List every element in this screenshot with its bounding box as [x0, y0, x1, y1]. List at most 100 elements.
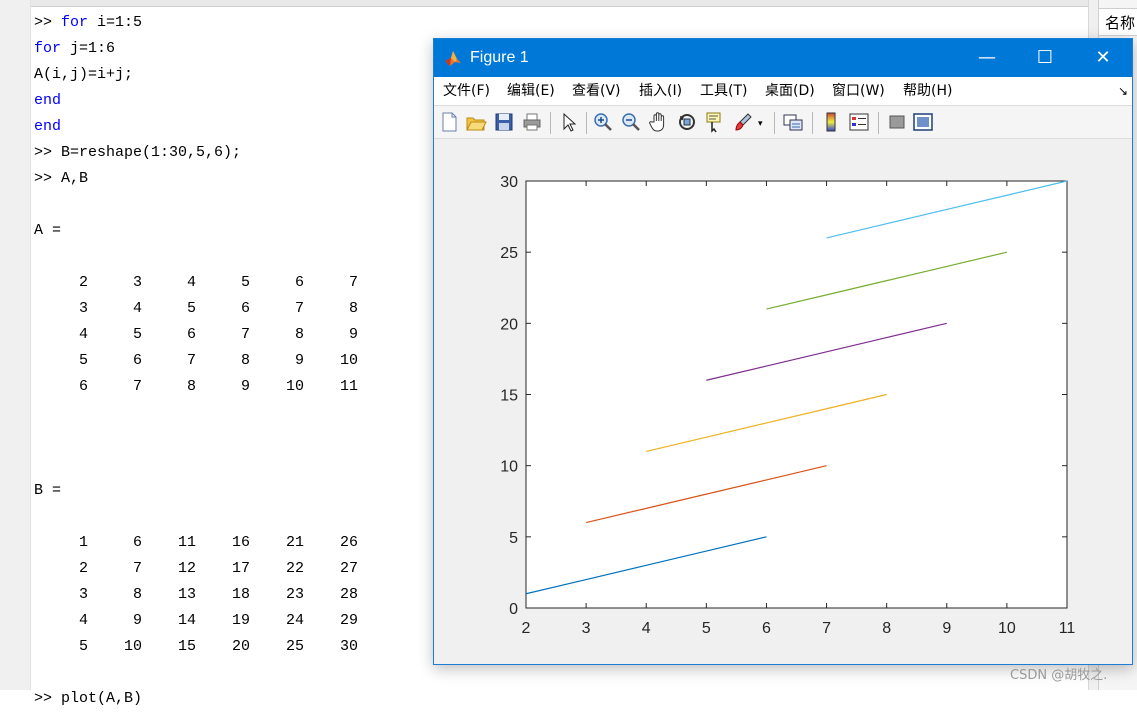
figure-toolbar: ▾	[434, 105, 1132, 139]
keyword: for	[61, 14, 89, 31]
close-button[interactable]: ✕	[1074, 39, 1132, 77]
pointer-icon[interactable]	[558, 111, 580, 133]
matrix-cell: 7	[132, 560, 142, 577]
matrix-row: 2 7 12 17 22 27	[34, 556, 358, 582]
keyword: for	[34, 40, 62, 57]
menu-insert[interactable]: 插入(I)	[639, 77, 682, 105]
x-tick-label: 4	[642, 620, 651, 637]
x-tick-label: 5	[702, 620, 711, 637]
x-tick-label: 2	[522, 620, 531, 637]
menu-tools[interactable]: 工具(T)	[700, 77, 747, 105]
legend-icon[interactable]	[848, 111, 870, 133]
y-tick-label: 15	[500, 388, 518, 405]
matrix-cell: 14	[177, 612, 196, 629]
menu-edit[interactable]: 编辑(E)	[507, 77, 555, 105]
menu-help[interactable]: 帮助(H)	[903, 77, 952, 105]
matrix-cell: 9	[132, 612, 142, 629]
matrix-cell: 24	[285, 612, 304, 629]
matrix-cell: 28	[339, 586, 358, 603]
command-line: end	[34, 114, 358, 140]
menu-file[interactable]: 文件(F)	[443, 77, 490, 105]
matrix-cell: 17	[231, 560, 250, 577]
data-cursor-icon[interactable]	[704, 111, 726, 133]
dock-arrow-icon[interactable]: ↘	[1118, 77, 1128, 105]
matrix-cell: 1	[78, 534, 88, 551]
prompt: >>	[34, 170, 62, 187]
zoom-in-icon[interactable]	[592, 111, 614, 133]
zoom-out-icon[interactable]	[620, 111, 642, 133]
matrix-cell: 15	[177, 638, 196, 655]
matrix-cell: 7	[240, 326, 250, 343]
toolbar-separator	[586, 112, 587, 134]
minimize-button[interactable]: —	[958, 39, 1016, 77]
matrix-cell: 23	[285, 586, 304, 603]
menu-window[interactable]: 窗口(W)	[832, 77, 885, 105]
toolbar-separator	[812, 112, 813, 134]
matrix-cell: 10	[123, 638, 142, 655]
matrix-label: B =	[34, 482, 62, 499]
matrix-cell: 4	[132, 300, 142, 317]
brush-icon[interactable]	[732, 111, 754, 133]
matrix-cell: 9	[348, 326, 358, 343]
matrix-cell: 6	[240, 300, 250, 317]
new-figure-icon[interactable]	[438, 111, 460, 133]
keyword: end	[34, 118, 62, 135]
matlab-logo-icon	[445, 51, 461, 66]
matrix-cell: 7	[348, 274, 358, 291]
menu-view[interactable]: 查看(V)	[572, 77, 621, 105]
maximize-button[interactable]: ☐	[1016, 39, 1074, 77]
line-chart[interactable]: 2 3 4 5 6 7 8 9 10 11 0 5 10 15 20 25 30	[434, 139, 1132, 664]
matrix-cell: 9	[240, 378, 250, 395]
y-tick-label: 5	[509, 530, 518, 547]
x-tick-label: 7	[822, 620, 831, 637]
matrix-row: 6 7 8 9 10 11	[34, 374, 358, 400]
matrix-row: 3 4 5 6 7 8	[34, 296, 358, 322]
matrix-cell: 30	[339, 638, 358, 655]
y-tick-label: 30	[500, 174, 518, 191]
matrix-cell: 6	[78, 378, 88, 395]
print-icon[interactable]	[521, 111, 543, 133]
plot-area[interactable]: 2 3 4 5 6 7 8 9 10 11 0 5 10 15 20 25 30	[434, 139, 1132, 664]
menu-desktop[interactable]: 桌面(D)	[765, 77, 815, 105]
rotate-3d-icon[interactable]	[676, 111, 698, 133]
pan-hand-icon[interactable]	[648, 111, 670, 133]
open-file-icon[interactable]	[465, 111, 487, 133]
matrix-row: 3 8 13 18 23 28	[34, 582, 358, 608]
figure-titlebar[interactable]: Figure 1 — ☐ ✕	[434, 39, 1132, 77]
watermark-text: CSDN @胡牧之.	[1010, 668, 1108, 683]
matrix-cell: 8	[348, 300, 358, 317]
matrix-cell: 20	[231, 638, 250, 655]
matrix-label: A =	[34, 222, 62, 239]
command-window-gutter	[0, 0, 31, 690]
x-tick-label: 6	[762, 620, 771, 637]
y-tick-label: 20	[500, 316, 518, 333]
axes-box	[525, 180, 1068, 609]
workspace-name-column-header[interactable]: 名称	[1099, 8, 1137, 36]
matrix-cell: 3	[78, 300, 88, 317]
show-plot-tools-icon[interactable]	[912, 111, 934, 133]
matrix-cell: 11	[339, 378, 358, 395]
command-line: >> A,B	[34, 166, 358, 192]
matrix-cell: 12	[177, 560, 196, 577]
matrix-cell: 22	[285, 560, 304, 577]
matrix-row: 5 10 15 20 25 30	[34, 634, 358, 660]
save-icon[interactable]	[493, 111, 515, 133]
matrix-cell: 6	[132, 352, 142, 369]
matrix-cell: 11	[177, 534, 196, 551]
matrix-cell: 26	[339, 534, 358, 551]
y-tick-label: 25	[500, 245, 518, 262]
matrix-row: 5 6 7 8 9 10	[34, 348, 358, 374]
hide-plot-tools-icon[interactable]	[886, 111, 908, 133]
figure-window[interactable]: Figure 1 — ☐ ✕ 文件(F) 编辑(E) 查看(V) 插入(I) 工…	[433, 38, 1133, 665]
brush-dropdown-icon[interactable]: ▾	[758, 118, 768, 128]
link-plot-icon[interactable]	[782, 111, 804, 133]
colorbar-icon[interactable]	[820, 111, 842, 133]
matrix-cell: 5	[78, 352, 88, 369]
x-tick-label: 8	[882, 620, 891, 637]
x-tick-label: 3	[582, 620, 591, 637]
command-line: A(i,j)=i+j;	[34, 62, 358, 88]
